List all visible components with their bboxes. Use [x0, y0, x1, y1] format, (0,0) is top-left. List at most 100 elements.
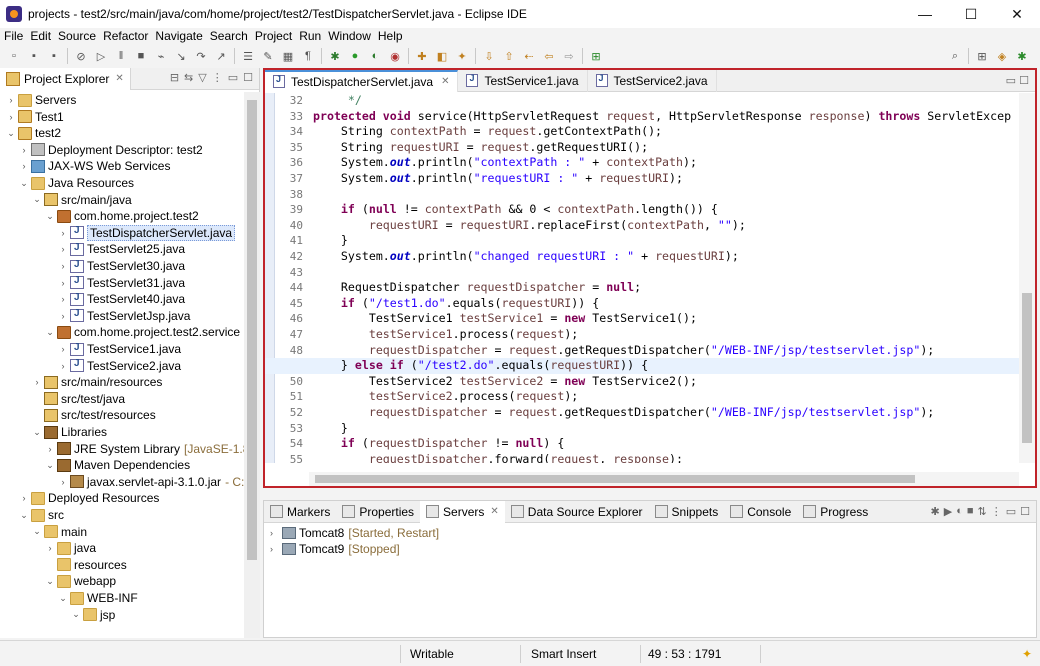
maximize-view-icon[interactable]: ☐: [243, 71, 253, 84]
expand-arrow-icon[interactable]: ›: [58, 344, 68, 354]
stop-server-icon[interactable]: ■: [967, 505, 974, 518]
code-line[interactable]: if ("/test1.do".equals(requestURI)) {: [313, 296, 599, 312]
collapse-arrow-icon[interactable]: ⌄: [45, 327, 55, 338]
profile-server-icon[interactable]: ◐: [956, 505, 963, 518]
debug-perspective-icon[interactable]: ✱: [1014, 48, 1030, 64]
collapse-arrow-icon[interactable]: ⌄: [58, 593, 68, 604]
tab-console[interactable]: Console: [724, 501, 797, 523]
resume-icon[interactable]: ▷: [93, 48, 109, 64]
collapse-arrow-icon[interactable]: ⌄: [19, 510, 29, 521]
collapse-arrow-icon[interactable]: ⌄: [71, 609, 81, 620]
code-line[interactable]: requestDispatcher.forward(request, respo…: [313, 452, 683, 463]
close-button[interactable]: ✕: [994, 0, 1040, 28]
tree-item[interactable]: src/test/java: [32, 391, 125, 407]
filter-icon[interactable]: ▽: [198, 71, 206, 84]
open-type-icon[interactable]: ◧: [434, 48, 450, 64]
tree-item[interactable]: › Deployment Descriptor: test2: [19, 142, 203, 158]
tree-item[interactable]: › JAX-WS Web Services: [19, 158, 171, 174]
editor-tab-testservice1[interactable]: TestService1.java: [458, 69, 588, 92]
expand-arrow-icon[interactable]: ›: [19, 161, 29, 171]
expand-arrow-icon[interactable]: ›: [58, 477, 68, 487]
code-line[interactable]: if (null != contextPath && 0 < contextPa…: [313, 202, 718, 218]
tab-snippets[interactable]: Snippets: [649, 501, 725, 523]
menu-refactor[interactable]: Refactor: [99, 29, 151, 43]
skip-breakpoints-icon[interactable]: ⊘: [73, 48, 89, 64]
code-line[interactable]: String contextPath = request.getContextP…: [313, 124, 662, 140]
tree-item[interactable]: ⌄ test2: [6, 125, 61, 141]
tree-item[interactable]: › java: [45, 540, 97, 556]
expand-arrow-icon[interactable]: ›: [58, 311, 68, 321]
tree-item[interactable]: › src/main/resources: [32, 374, 163, 390]
collapse-arrow-icon[interactable]: ⌄: [6, 128, 16, 139]
tree-item[interactable]: ⌄ src: [19, 507, 64, 523]
editor-horizontal-scrollbar[interactable]: [309, 472, 1019, 486]
collapse-arrow-icon[interactable]: ⌄: [32, 427, 42, 438]
tree-item[interactable]: src/test/resources: [32, 407, 156, 423]
menu-run[interactable]: Run: [295, 29, 324, 43]
open-perspective-icon[interactable]: ⊞: [974, 48, 990, 64]
close-icon[interactable]: ✕: [441, 76, 449, 87]
tree-item[interactable]: ⌄ Java Resources: [19, 175, 134, 191]
scrollbar-thumb[interactable]: [1022, 293, 1032, 443]
expand-arrow-icon[interactable]: ›: [19, 493, 29, 503]
link-with-editor-icon[interactable]: ⇆: [184, 71, 193, 84]
menu-navigate[interactable]: Navigate: [151, 29, 205, 43]
start-server-icon[interactable]: ▶: [944, 505, 952, 518]
show-whitespace-icon[interactable]: ¶: [300, 48, 316, 64]
code-area[interactable]: 3233343536373839404142434445464748495051…: [265, 93, 1035, 463]
minimize-view-icon[interactable]: ▭: [228, 71, 238, 84]
publish-icon[interactable]: ⇅: [978, 505, 987, 518]
code-line[interactable]: TestService1 testService1 = new TestServ…: [313, 311, 697, 327]
expand-arrow-icon[interactable]: ›: [58, 261, 68, 271]
scrollbar-thumb[interactable]: [247, 100, 257, 560]
code-line[interactable]: requestDispatcher = request.getRequestDi…: [313, 343, 934, 359]
server-row-tomcat9[interactable]: › Tomcat9 [Stopped]: [270, 541, 400, 557]
tree-item[interactable]: › TestService2.java: [58, 358, 182, 374]
expand-arrow-icon[interactable]: ›: [6, 95, 16, 105]
tree-item[interactable]: ⌄ com.home.project.test2: [45, 208, 199, 224]
tree-item[interactable]: ⌄ com.home.project.test2.service: [45, 324, 240, 340]
menu-window[interactable]: Window: [324, 29, 374, 43]
back-icon[interactable]: ⇦: [541, 48, 557, 64]
step-return-icon[interactable]: ↗: [213, 48, 229, 64]
expand-arrow-icon[interactable]: ›: [270, 544, 280, 554]
collapse-all-icon[interactable]: ⊟: [170, 71, 179, 84]
view-menu-icon[interactable]: ⋮: [991, 505, 1002, 518]
code-line[interactable]: */: [313, 93, 362, 109]
pin-editor-icon[interactable]: ⊞: [588, 48, 604, 64]
collapse-arrow-icon[interactable]: ⌄: [32, 526, 42, 537]
expand-arrow-icon[interactable]: ›: [58, 228, 68, 238]
forward-icon[interactable]: ⇨: [561, 48, 577, 64]
debug-icon[interactable]: ✱: [327, 48, 343, 64]
expand-arrow-icon[interactable]: ›: [32, 377, 42, 387]
code-line[interactable]: TestService2 testService2 = new TestServ…: [313, 374, 697, 390]
minimize-button[interactable]: —: [902, 0, 948, 28]
collapse-arrow-icon[interactable]: ⌄: [45, 211, 55, 222]
tree-item[interactable]: › TestServlet40.java: [58, 291, 186, 307]
minimize-view-icon[interactable]: ▭: [1006, 505, 1016, 518]
last-edit-icon[interactable]: ⇠: [521, 48, 537, 64]
tree-item[interactable]: ⌄ Maven Dependencies: [45, 457, 190, 473]
tree-item[interactable]: ⌄ webapp: [45, 573, 116, 589]
maximize-view-icon[interactable]: ☐: [1019, 75, 1029, 87]
menu-search[interactable]: Search: [206, 29, 251, 43]
terminate-icon[interactable]: ■: [133, 48, 149, 64]
code-line[interactable]: requestURI = requestURI.replaceFirst(con…: [313, 218, 746, 234]
view-menu-icon[interactable]: ⋮: [212, 71, 223, 84]
tab-progress[interactable]: Progress: [797, 501, 874, 523]
code-line[interactable]: if (requestDispatcher != null) {: [313, 436, 564, 452]
close-icon[interactable]: ✕: [490, 506, 498, 517]
collapse-arrow-icon[interactable]: ⌄: [45, 576, 55, 587]
status-insert-mode[interactable]: Smart Insert: [531, 647, 596, 661]
external-tools-icon[interactable]: ◉: [387, 48, 403, 64]
tree-item[interactable]: › TestDispatcherServlet.java: [58, 224, 236, 241]
code-line[interactable]: }: [313, 421, 348, 437]
tab-servers[interactable]: Servers ✕: [420, 500, 505, 523]
collapse-arrow-icon[interactable]: ⌄: [19, 178, 29, 189]
menu-edit[interactable]: Edit: [26, 29, 54, 43]
run-icon[interactable]: ●: [347, 48, 363, 64]
new-icon[interactable]: ▫: [6, 48, 22, 64]
search-tool-icon[interactable]: ✦: [454, 48, 470, 64]
tree-item[interactable]: ⌄ WEB-INF: [58, 590, 137, 606]
tree-item[interactable]: › TestServletJsp.java: [58, 308, 191, 324]
